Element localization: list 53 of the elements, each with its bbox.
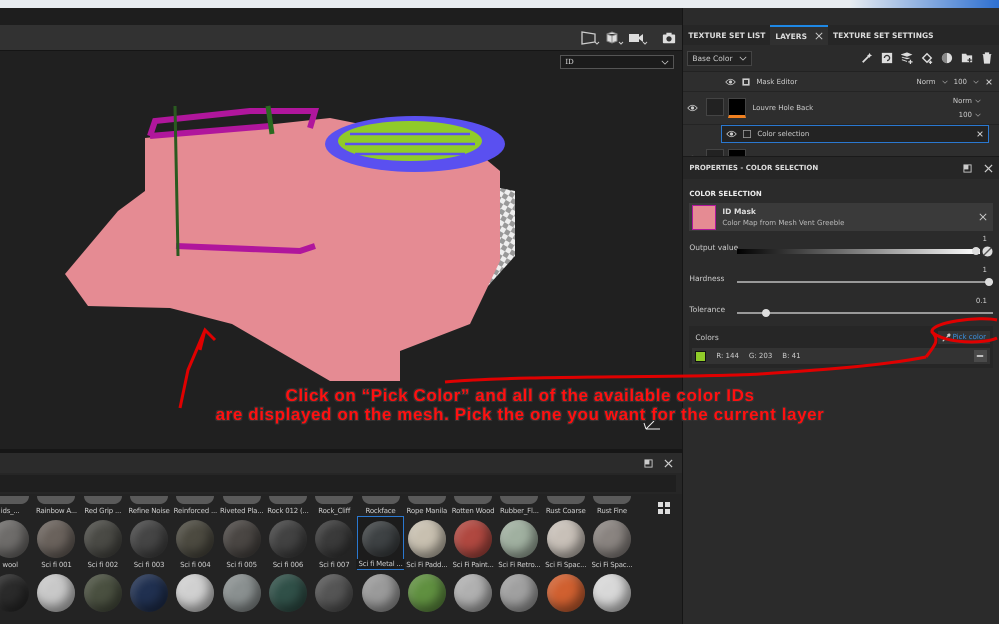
color-swatch[interactable] xyxy=(695,350,706,362)
folder-add-icon[interactable] xyxy=(961,52,973,64)
material-sphere[interactable] xyxy=(408,574,446,612)
screenshot-icon[interactable] xyxy=(662,30,676,45)
wand-icon[interactable] xyxy=(861,52,873,64)
id-map-thumbnail xyxy=(692,204,716,230)
remove-button[interactable] xyxy=(974,350,987,362)
material-sphere[interactable] xyxy=(546,574,585,612)
caret-icon[interactable] xyxy=(975,99,981,103)
annotation-text: Click on “Pick Color” and all of the available color IDs xyxy=(285,386,755,405)
caret-icon xyxy=(661,60,670,65)
mask-icon[interactable] xyxy=(941,52,953,64)
close-icon[interactable] xyxy=(664,458,674,468)
eye-icon[interactable] xyxy=(687,104,698,112)
close-icon[interactable] xyxy=(815,32,823,40)
annotation-text: are displayed on the mesh. Pick the one you want for the current layer xyxy=(216,405,824,424)
mask-thumbnail xyxy=(728,98,746,118)
eye-icon[interactable] xyxy=(725,78,736,86)
slider-thumb[interactable] xyxy=(762,309,770,317)
caret-icon[interactable] xyxy=(942,80,948,84)
material-sphere[interactable] xyxy=(500,574,538,612)
picker-icon[interactable] xyxy=(982,246,993,256)
refresh-icon[interactable] xyxy=(881,52,893,64)
layer-thumbnail xyxy=(706,98,724,116)
caret-icon[interactable] xyxy=(973,80,979,84)
material-sphere[interactable] xyxy=(222,574,261,612)
material-sphere[interactable] xyxy=(176,574,214,612)
cube-icon[interactable] xyxy=(604,30,624,45)
checkbox-icon[interactable] xyxy=(743,130,752,138)
close-icon[interactable] xyxy=(979,213,987,221)
perspective-icon[interactable] xyxy=(580,30,600,45)
eye-icon[interactable] xyxy=(726,130,738,138)
material-sphere[interactable] xyxy=(454,574,492,612)
material-sphere[interactable] xyxy=(362,574,400,612)
close-icon[interactable] xyxy=(976,130,984,138)
slider-track[interactable] xyxy=(737,248,980,254)
slider-thumb[interactable] xyxy=(985,278,993,286)
caret-icon[interactable] xyxy=(975,113,981,117)
mask-square-icon xyxy=(742,78,750,86)
layers-add-icon[interactable] xyxy=(901,52,913,64)
close-icon[interactable] xyxy=(985,78,993,86)
float-icon[interactable] xyxy=(963,164,972,172)
fill-bucket-icon[interactable] xyxy=(921,52,933,64)
material-sphere[interactable] xyxy=(593,574,631,612)
float-icon[interactable] xyxy=(644,458,654,468)
minus-icon xyxy=(976,352,984,360)
trash-icon[interactable] xyxy=(981,52,993,64)
close-icon[interactable] xyxy=(984,164,993,172)
eyedropper-icon xyxy=(942,332,951,342)
caret-icon xyxy=(738,56,747,60)
grid-view-icon[interactable] xyxy=(658,502,670,514)
material-sphere[interactable] xyxy=(37,574,76,612)
slider-thumb[interactable] xyxy=(972,247,980,255)
